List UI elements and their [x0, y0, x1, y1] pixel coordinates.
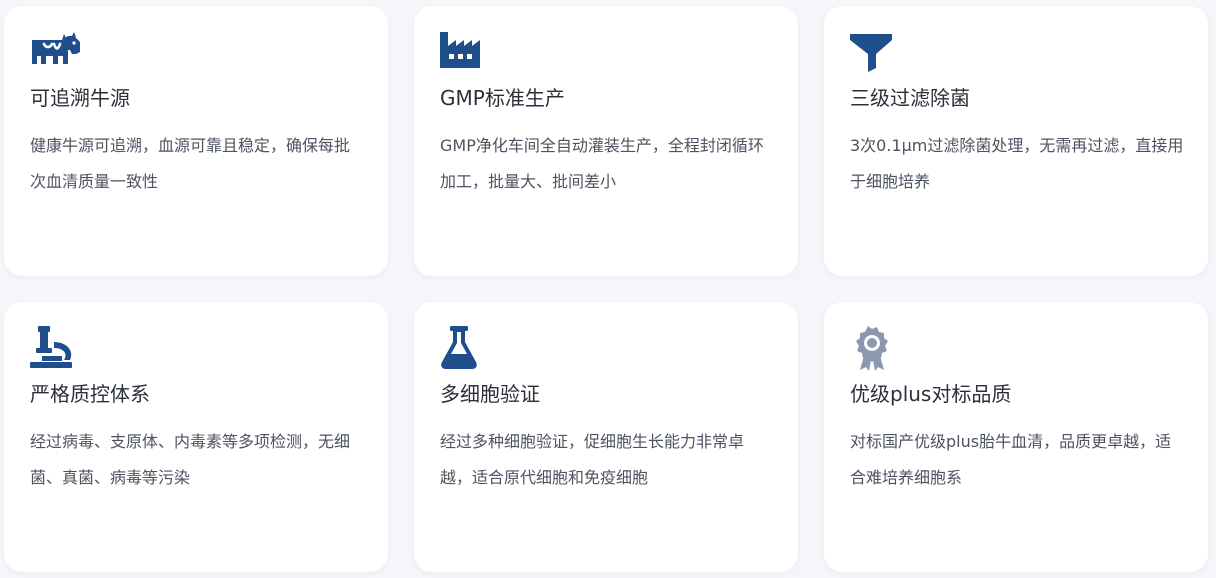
feature-card-cell-validation: 多细胞验证 经过多种细胞验证，促细胞生长能力非常卓越，适合原代细胞和免疫细胞 [414, 302, 798, 572]
factory-icon [438, 30, 494, 74]
microscope-icon [28, 326, 84, 370]
feature-title: 多细胞验证 [440, 382, 540, 406]
feature-description: 经过病毒、支原体、内毒素等多项检测，无细菌、真菌、病毒等污染 [30, 432, 351, 487]
feature-title: 三级过滤除菌 [850, 86, 970, 110]
feature-title: GMP标准生产 [440, 86, 565, 110]
feature-description: 健康牛源可追溯，血源可靠且稳定，确保每批次血清质量一致性 [30, 136, 351, 191]
feature-description: 对标国产优级plus胎牛血清，品质更卓越，适合难培养细胞系 [850, 432, 1172, 487]
feature-title: 优级plus对标品质 [850, 382, 1012, 406]
feature-card-traceable-source: 可追溯牛源 健康牛源可追溯，血源可靠且稳定，确保每批次血清质量一致性 [4, 6, 388, 276]
feature-description: GMP净化车间全自动灌装生产，全程封闭循环加工，批量大、批间差小 [440, 136, 764, 191]
cow-icon [28, 30, 84, 74]
feature-grid: 可追溯牛源 健康牛源可追溯，血源可靠且稳定，确保每批次血清质量一致性 GMP标准… [4, 6, 1208, 572]
feature-card-filtration: 三级过滤除菌 3次0.1μm过滤除菌处理，无需再过滤，直接用于细胞培养 [824, 6, 1208, 276]
feature-description: 3次0.1μm过滤除菌处理，无需再过滤，直接用于细胞培养 [850, 136, 1184, 191]
feature-card-quality-control: 严格质控体系 经过病毒、支原体、内毒素等多项检测，无细菌、真菌、病毒等污染 [4, 302, 388, 572]
flask-icon [438, 326, 494, 370]
feature-card-premium-quality: 优级plus对标品质 对标国产优级plus胎牛血清，品质更卓越，适合难培养细胞系 [824, 302, 1208, 572]
filter-icon [848, 30, 904, 74]
feature-title: 可追溯牛源 [30, 86, 130, 110]
award-badge-icon [848, 326, 904, 371]
feature-card-gmp-production: GMP标准生产 GMP净化车间全自动灌装生产，全程封闭循环加工，批量大、批间差小 [414, 6, 798, 276]
feature-title: 严格质控体系 [30, 382, 150, 406]
feature-description: 经过多种细胞验证，促细胞生长能力非常卓越，适合原代细胞和免疫细胞 [440, 432, 745, 487]
